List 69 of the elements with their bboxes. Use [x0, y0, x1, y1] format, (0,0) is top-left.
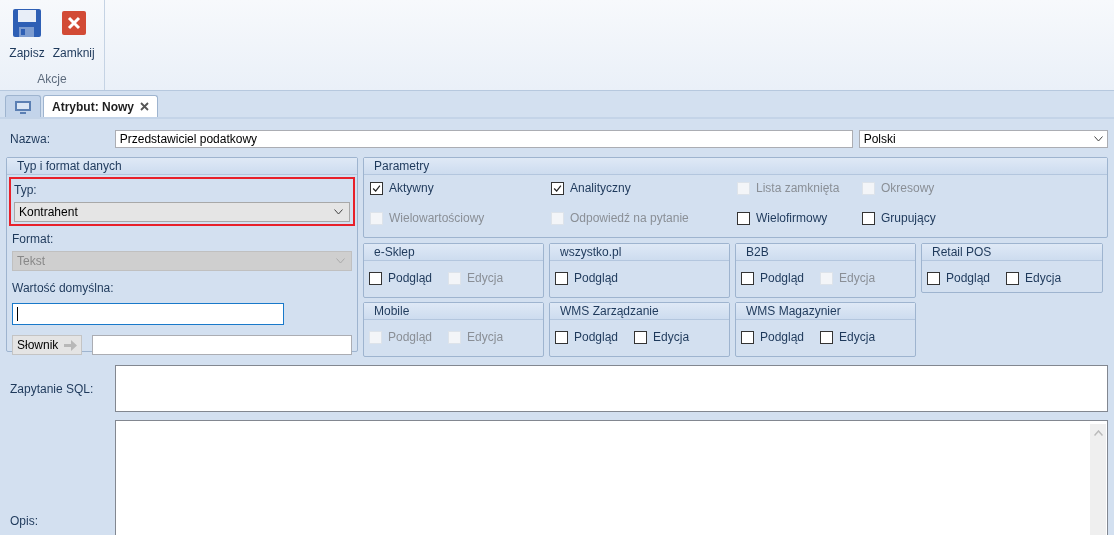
checkbox[interactable]: [862, 211, 875, 225]
checkbox-label: Lista zamknięta: [756, 181, 840, 195]
checkbox-label: Podgląd: [574, 271, 619, 285]
checkbox-label: Okresowy: [881, 181, 935, 195]
checkbox-label: Aktywny: [389, 181, 434, 195]
ribbon-button[interactable]: Zamknij: [50, 8, 97, 60]
checkbox-label: Odpowiedź na pytanie: [570, 211, 689, 225]
field-label: Format:: [12, 232, 54, 246]
panel-title: B2B: [736, 244, 915, 261]
checkbox[interactable]: [634, 330, 648, 344]
chevron-down-icon: [1094, 136, 1103, 142]
checkbox[interactable]: [555, 271, 568, 285]
checkbox-label: Edycja: [653, 330, 690, 344]
checkbox-label: Analityczny: [570, 181, 631, 195]
panel-title: e-Sklep: [364, 244, 543, 261]
arrow-right-icon: [64, 339, 78, 351]
scrollbar[interactable]: [1090, 424, 1106, 535]
panel-title: Retail POS: [922, 244, 1102, 261]
checkbox-label: Edycja: [467, 271, 504, 285]
name-field[interactable]: Przedstawiciel podatkowy: [114, 130, 853, 148]
panel-title: Typ i format danych: [7, 158, 357, 175]
chevron-down-icon: [336, 258, 345, 264]
document-tab[interactable]: Atrybut: Nowy: [43, 95, 158, 117]
checkbox[interactable]: [820, 330, 834, 344]
field-label: Nazwa:: [9, 132, 51, 146]
checkbox-label: Podgląd: [574, 330, 619, 344]
monitor-icon: [14, 99, 32, 114]
checkbox[interactable]: [741, 271, 754, 285]
checkbox-label: Edycja: [467, 330, 504, 344]
panel-title: Parametry: [364, 158, 1107, 175]
panel-title: wszystko.pl: [550, 244, 729, 261]
checkbox-label: Edycja: [839, 330, 876, 344]
dictionary-field[interactable]: [92, 335, 352, 355]
checkbox-label: Podgląd: [388, 330, 433, 344]
monitor-tab[interactable]: [5, 95, 41, 117]
field-label: Typ:: [14, 183, 37, 197]
sql-query-field[interactable]: [115, 365, 1108, 412]
description-field[interactable]: [115, 420, 1108, 535]
panel-title: WMS Zarządzanie: [550, 303, 729, 320]
checkbox[interactable]: [737, 211, 750, 225]
field-label: Opis:: [9, 514, 39, 530]
panel-title: Mobile: [364, 303, 543, 320]
close-icon[interactable]: [140, 102, 149, 111]
checkbox-label: Edycja: [839, 271, 876, 285]
checkbox-label: Wielofirmowy: [756, 211, 828, 225]
ribbon-button[interactable]: Zapisz: [7, 8, 47, 60]
panel-title: WMS Magazynier: [736, 303, 915, 320]
field-label: Zapytanie SQL:: [9, 381, 95, 396]
checkbox-label: Podgląd: [760, 271, 805, 285]
checkbox[interactable]: [927, 271, 940, 285]
checkbox[interactable]: [551, 181, 564, 195]
checkbox-label: Podgląd: [388, 271, 433, 285]
checkbox[interactable]: [369, 271, 382, 285]
field-label: Wartość domyślna:: [12, 281, 114, 295]
type-dropdown[interactable]: Kontrahent: [14, 202, 350, 222]
checkbox-label: Wielowartościowy: [389, 211, 485, 225]
chevron-down-icon: [334, 209, 343, 215]
checkbox[interactable]: [741, 330, 754, 344]
checkbox[interactable]: [1006, 271, 1020, 285]
checkbox-label: Edycja: [1025, 271, 1062, 285]
checkbox[interactable]: [370, 181, 383, 195]
default-value-field[interactable]: [12, 303, 284, 325]
checkbox-label: Podgląd: [760, 330, 805, 344]
language-dropdown[interactable]: Polski: [858, 130, 1108, 148]
checkbox-label: Podgląd: [946, 271, 991, 285]
group-label: Akcje: [37, 72, 67, 86]
checkbox-label: Grupujący: [881, 211, 936, 225]
dictionary-button[interactable]: Słownik: [12, 335, 83, 355]
checkbox[interactable]: [555, 330, 568, 344]
